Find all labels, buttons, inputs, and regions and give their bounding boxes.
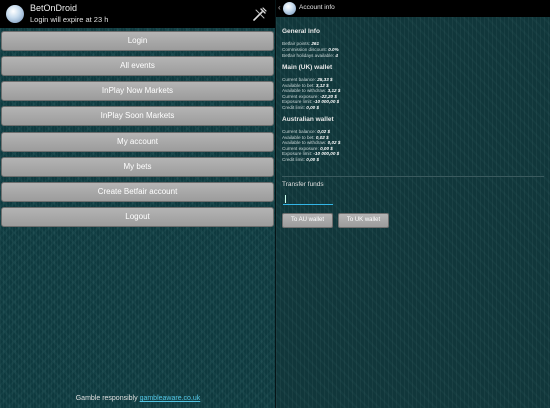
- all-events-button[interactable]: All events: [1, 56, 274, 76]
- app-logo-icon[interactable]: [283, 2, 296, 15]
- section-divider: [282, 176, 544, 177]
- wallet-row: Credit limit: 0,00 $: [282, 105, 320, 110]
- transfer-amount-input[interactable]: [283, 193, 333, 205]
- my-bets-button[interactable]: My bets: [1, 157, 274, 177]
- wallet-row: Available to withdraw: 0,02 $: [282, 140, 341, 145]
- back-icon[interactable]: ‹: [278, 4, 281, 12]
- uk-wallet-title: Main (UK) wallet: [282, 64, 333, 71]
- my-account-button[interactable]: My account: [1, 132, 274, 152]
- app-title: BetOnDroid: [30, 3, 78, 13]
- transfer-funds-label: Transfer funds: [282, 181, 324, 188]
- login-button[interactable]: Login: [1, 31, 274, 51]
- account-action-bar: ‹ Account info: [276, 0, 550, 17]
- main-menu-screen: BetOnDroid Login will expire at 23 h Log…: [0, 0, 276, 408]
- text-cursor: [285, 195, 286, 203]
- app-logo-icon[interactable]: [6, 5, 24, 23]
- login-expiry-text: Login will expire at 23 h: [30, 15, 109, 24]
- info-row: Betfair points: 261: [282, 41, 320, 46]
- wallet-row: Available to withdraw: 3,12 $: [282, 88, 341, 93]
- info-row: Betfair holidays available: 4: [282, 53, 338, 58]
- wallet-row: Current balance: 0,02 $: [282, 129, 331, 134]
- create-account-button[interactable]: Create Betfair account: [1, 182, 274, 202]
- general-info-title: General Info: [282, 28, 320, 35]
- au-wallet-title: Australian wallet: [282, 116, 334, 123]
- footer: Gamble responsibly gambleaware.co.uk: [0, 395, 276, 402]
- wallet-row: Credit limit: 0,00 $: [282, 157, 320, 162]
- wallet-row: Exposure limit: -10 000,00 $: [282, 151, 340, 156]
- wallet-row: Current balance: 25,33 $: [282, 77, 333, 82]
- logout-button[interactable]: Logout: [1, 207, 274, 227]
- inplay-now-button[interactable]: InPlay Now Markets: [1, 81, 274, 101]
- inplay-soon-button[interactable]: InPlay Soon Markets: [1, 106, 274, 126]
- to-au-wallet-button[interactable]: To AU wallet: [282, 213, 333, 228]
- action-bar: BetOnDroid Login will expire at 23 h: [0, 0, 276, 28]
- settings-tools-icon[interactable]: [252, 6, 268, 22]
- account-info-screen: ‹ Account info General Info Betfair poin…: [276, 0, 550, 408]
- gambleaware-link[interactable]: gambleaware.co.uk: [140, 395, 201, 402]
- info-row: Commission discount: 0.0%: [282, 47, 339, 52]
- wallet-row: Exposure limit: -10 000,00 $: [282, 99, 340, 104]
- page-title: Account info: [299, 4, 335, 11]
- to-uk-wallet-button[interactable]: To UK wallet: [338, 213, 389, 228]
- gamble-responsibly-text: Gamble responsibly: [75, 395, 138, 402]
